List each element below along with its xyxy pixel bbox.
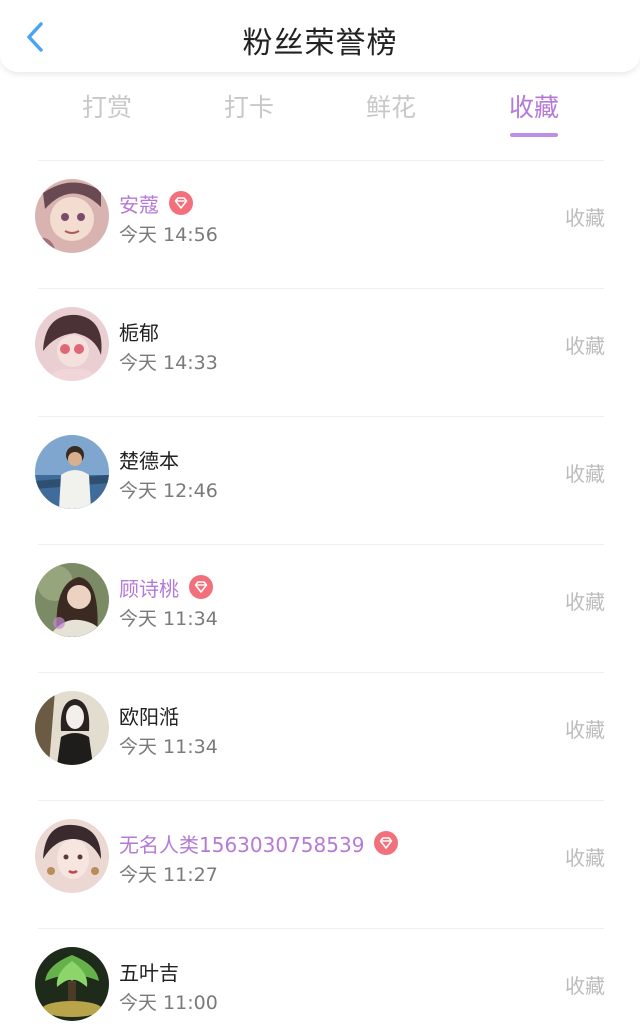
action-label: 收藏 — [565, 590, 605, 614]
fan-time: 今天 11:34 — [119, 608, 218, 630]
fan-time: 今天 14:33 — [119, 352, 218, 374]
tab-favorites[interactable]: 收藏 — [484, 88, 584, 137]
diamond-badge-icon — [374, 831, 399, 855]
avatar[interactable] — [35, 947, 109, 1021]
action-label: 收藏 — [565, 846, 605, 870]
action-label: 收藏 — [565, 334, 605, 358]
fan-honor-page: 粉丝荣誉榜 打赏 打卡 鲜花 收藏 安蔻 今天 14:56 收藏 栀郁 今天 1… — [0, 0, 640, 1025]
divider — [38, 416, 604, 417]
diamond-badge-icon — [169, 191, 193, 215]
list-item[interactable]: 栀郁 今天 14:33 收藏 — [0, 288, 640, 416]
tab-bar: 打赏 打卡 鲜花 收藏 — [36, 88, 604, 144]
list-item[interactable]: 欧阳湉 今天 11:34 收藏 — [0, 672, 640, 800]
divider — [38, 288, 604, 289]
action-label: 收藏 — [565, 462, 605, 486]
fan-time: 今天 11:34 — [119, 736, 218, 758]
fan-name: 楚德本 — [119, 448, 179, 473]
page-title: 粉丝荣誉榜 — [242, 26, 398, 61]
action-label: 收藏 — [565, 974, 605, 998]
tab-checkin[interactable]: 打卡 — [199, 88, 299, 124]
avatar[interactable] — [35, 307, 109, 381]
avatar[interactable] — [35, 179, 109, 253]
name-line: 楚德本 — [119, 445, 179, 473]
tab-flowers[interactable]: 鲜花 — [341, 88, 441, 124]
list-item[interactable]: 安蔻 今天 14:56 收藏 — [0, 160, 640, 288]
tab-label: 鲜花 — [365, 93, 416, 122]
name-line: 顾诗桃 — [119, 573, 213, 601]
avatar[interactable] — [35, 435, 109, 509]
tab-label: 打卡 — [223, 93, 274, 122]
divider — [38, 672, 604, 673]
name-line: 安蔻 — [119, 189, 193, 217]
header-bar: 粉丝荣誉榜 — [0, 0, 640, 73]
tab-label: 收藏 — [508, 93, 559, 122]
divider — [38, 160, 604, 161]
fan-name: 栀郁 — [119, 320, 159, 345]
fan-time: 今天 12:46 — [119, 480, 218, 502]
name-line: 欧阳湉 — [119, 701, 179, 729]
tab-label: 打赏 — [81, 93, 132, 122]
fan-name: 顾诗桃 — [119, 576, 179, 601]
list-item[interactable]: 顾诗桃 今天 11:34 收藏 — [0, 544, 640, 672]
avatar[interactable] — [35, 563, 109, 637]
divider — [38, 928, 604, 929]
fan-list: 安蔻 今天 14:56 收藏 栀郁 今天 14:33 收藏 楚德本 今天 12:… — [0, 160, 640, 1025]
fan-time: 今天 11:27 — [119, 864, 218, 886]
fan-name: 欧阳湉 — [119, 704, 179, 729]
list-item[interactable]: 楚德本 今天 12:46 收藏 — [0, 416, 640, 544]
diamond-badge-icon — [189, 575, 213, 599]
fan-name: 五叶吉 — [119, 960, 179, 985]
action-label: 收藏 — [565, 718, 605, 742]
fan-name: 无名人类1563030758539 — [119, 832, 365, 857]
divider — [38, 544, 604, 545]
divider — [38, 800, 604, 801]
active-tab-indicator — [510, 133, 558, 137]
avatar[interactable] — [35, 819, 109, 893]
list-item[interactable]: 五叶吉 今天 11:00 收藏 — [0, 928, 640, 1025]
fan-time: 今天 14:56 — [119, 224, 218, 246]
name-line: 无名人类1563030758539 — [119, 829, 399, 857]
name-line: 五叶吉 — [119, 957, 179, 985]
name-line: 栀郁 — [119, 317, 159, 345]
fan-time: 今天 11:00 — [119, 992, 218, 1014]
tab-reward[interactable]: 打赏 — [57, 88, 157, 124]
list-item[interactable]: 无名人类1563030758539 今天 11:27 收藏 — [0, 800, 640, 928]
avatar[interactable] — [35, 691, 109, 765]
fan-name: 安蔻 — [119, 192, 159, 217]
action-label: 收藏 — [565, 206, 605, 230]
